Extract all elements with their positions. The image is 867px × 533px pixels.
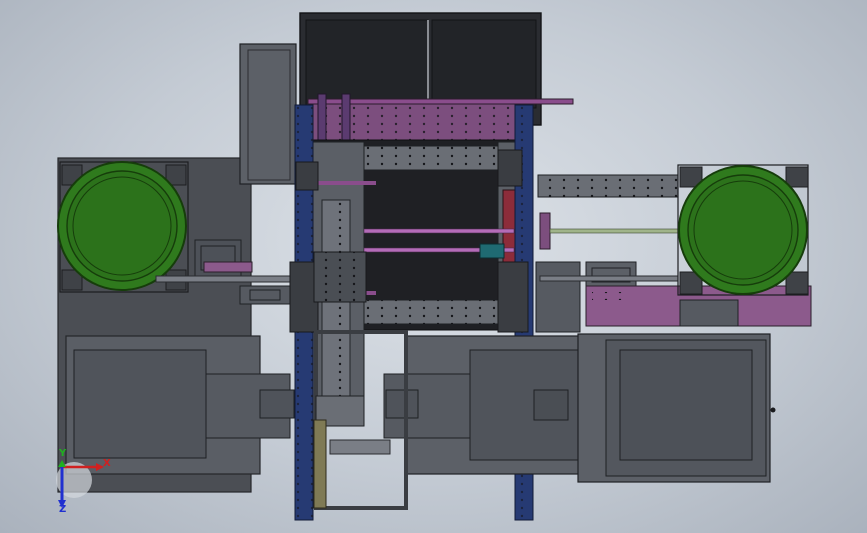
- assembly-top-view[interactable]: [0, 0, 867, 533]
- right-vibratory-bowl[interactable]: [677, 164, 809, 296]
- z-axis-label: Z: [59, 504, 67, 515]
- y-axis-label: Y: [59, 448, 67, 459]
- bottom-right-module[interactable]: [577, 333, 776, 483]
- cad-viewport[interactable]: X Y Z: [0, 0, 867, 533]
- x-axis-label: X: [103, 458, 111, 469]
- top-motor-housing[interactable]: [239, 43, 297, 185]
- left-vibratory-bowl[interactable]: [57, 161, 189, 293]
